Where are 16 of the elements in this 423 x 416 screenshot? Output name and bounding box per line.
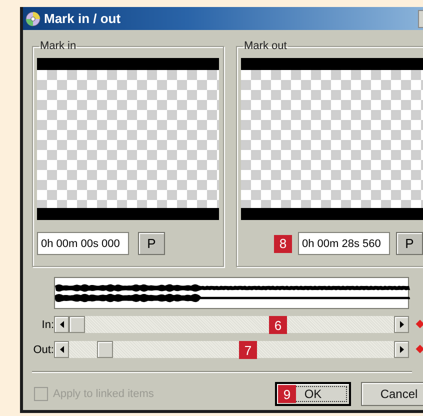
position-slider[interactable]: 6	[54, 316, 409, 333]
slider-label: In:	[40, 318, 54, 330]
callout-badge: 7	[239, 341, 257, 359]
group-label: Mark out	[243, 40, 288, 52]
slider-label: Out:	[32, 344, 54, 356]
callout-badge: 9	[278, 385, 296, 403]
mark-button[interactable]: P	[138, 232, 165, 255]
group-label: Mark in	[39, 40, 78, 52]
timecode-field[interactable]: 0h 00m 28s 560	[298, 232, 390, 255]
position-slider[interactable]: 7	[54, 341, 409, 358]
callout-badge: 8	[274, 234, 292, 252]
timecode-field[interactable]: 0h 00m 00s 000	[37, 232, 129, 255]
mark-button[interactable]: P	[396, 232, 423, 255]
dialog-button[interactable]: Cancel	[361, 382, 423, 406]
callout-badge: 6	[269, 316, 287, 334]
window-title: Mark in / out	[44, 11, 121, 26]
